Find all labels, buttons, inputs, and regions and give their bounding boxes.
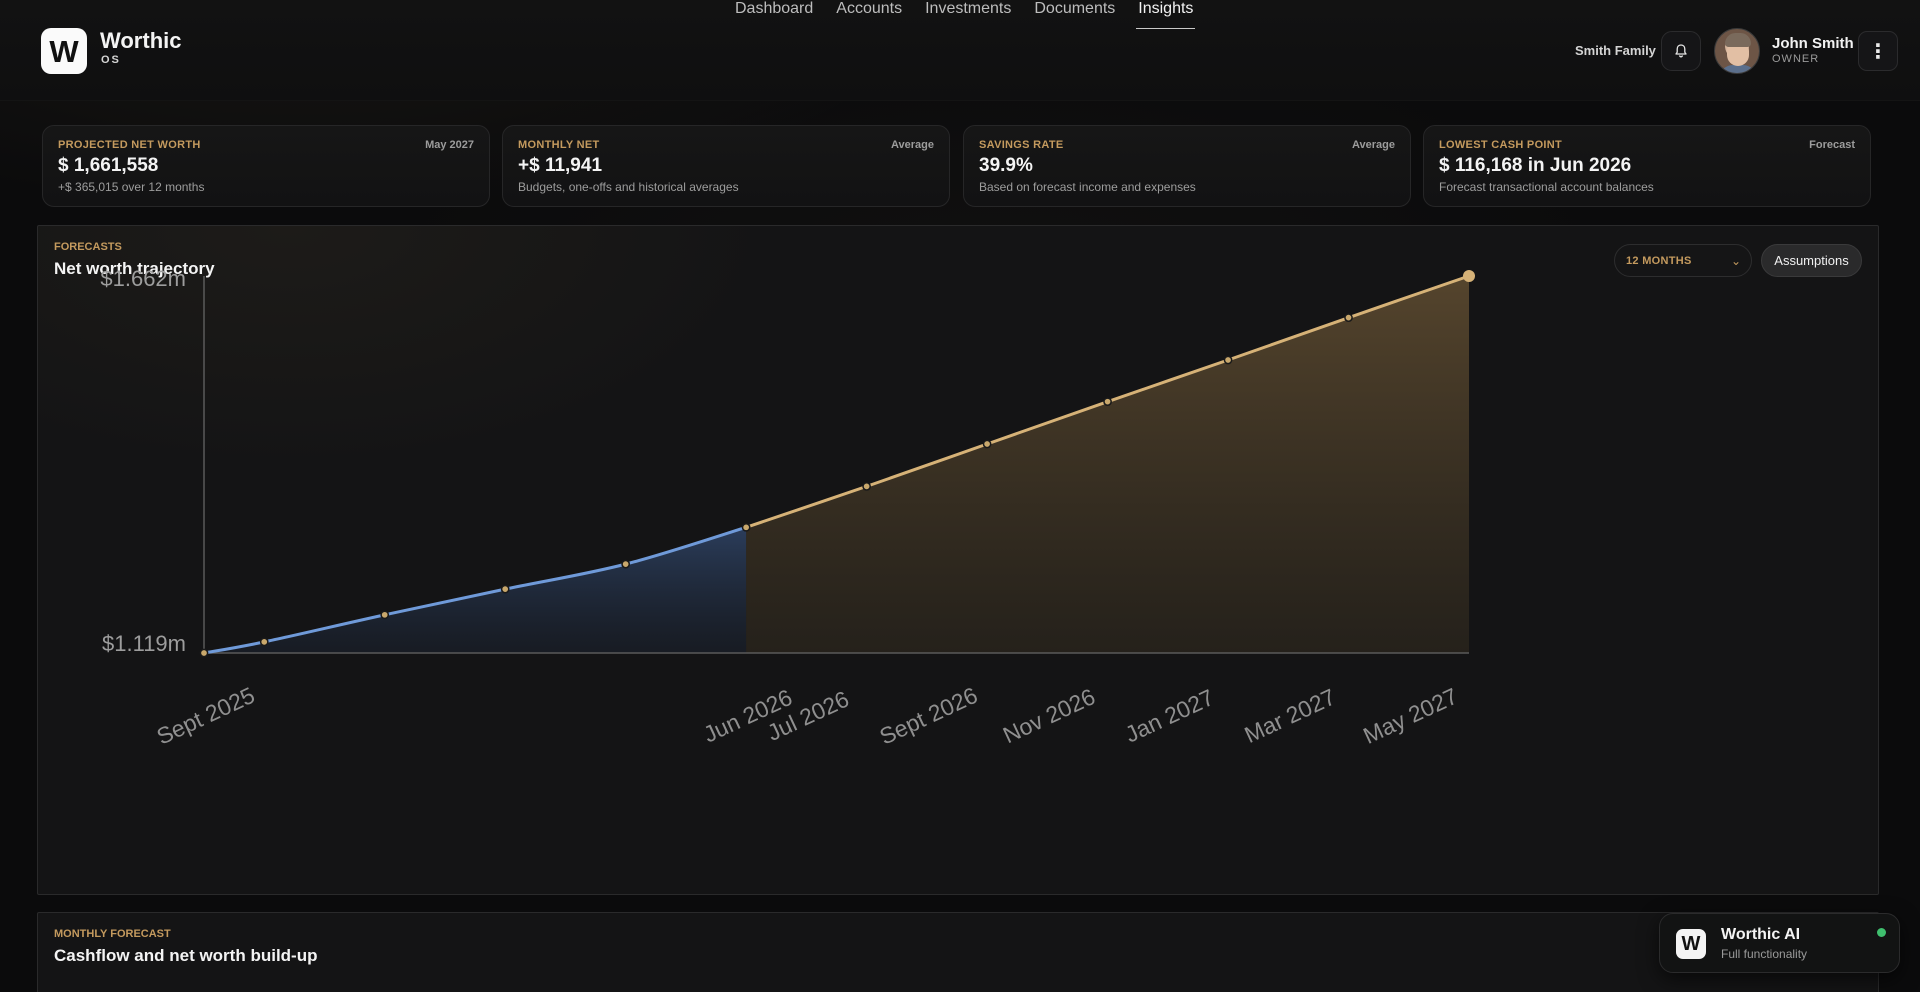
worthic-ai-widget[interactable]: W Worthic AI Full functionality [1659, 913, 1900, 973]
data-point[interactable] [1344, 313, 1353, 323]
top-header: W Worthic OS Dashboard Accounts Investme… [0, 0, 1920, 101]
avatar-shirt [1719, 65, 1757, 73]
data-point[interactable] [380, 610, 390, 620]
card-value: +$ 11,941 [518, 155, 603, 176]
family-switcher[interactable]: Smith Family [1575, 43, 1656, 58]
y-tick-label-bottom: $1.119m [102, 631, 186, 656]
user-name: John Smith [1772, 35, 1854, 52]
card-label: LOWEST CASH POINT [1439, 139, 1563, 151]
card-lowest-cash-point[interactable]: LOWEST CASH POINT Forecast $ 116,168 in … [1423, 125, 1871, 207]
data-point[interactable] [1103, 397, 1112, 407]
data-point[interactable] [259, 637, 269, 647]
card-label: PROJECTED NET WORTH [58, 139, 201, 151]
brand-subtitle: OS [101, 54, 121, 66]
panel-title: Cashflow and net worth build-up [54, 946, 318, 965]
avatar-hair [1725, 33, 1751, 47]
chart-areas [204, 276, 1469, 653]
monthly-forecast-panel: MONTHLY FORECAST Cashflow and net worth … [37, 912, 1879, 992]
nav-accounts[interactable]: Accounts [836, 0, 902, 18]
logo-letter: W [49, 33, 79, 69]
user-avatar[interactable] [1714, 28, 1760, 74]
ai-name: Worthic AI [1721, 926, 1801, 943]
data-point[interactable] [199, 648, 209, 658]
bell-icon [1675, 44, 1687, 58]
ai-logo-letter: W [1681, 932, 1701, 955]
card-tag: Average [890, 139, 934, 151]
x-tick-label: Nov 2026 [999, 683, 1099, 748]
card-projected-net-worth[interactable]: PROJECTED NET WORTH May 2027 $ 1,661,558… [42, 125, 490, 207]
forecast-area [746, 276, 1469, 653]
data-point[interactable] [1223, 355, 1233, 365]
card-monthly-net[interactable]: MONTHLY NET Average +$ 11,941 Budgets, o… [502, 125, 950, 207]
x-tick-label: Mar 2027 [1240, 683, 1339, 748]
card-value: $ 116,168 in Jun 2026 [1439, 155, 1632, 176]
data-point[interactable] [862, 482, 871, 491]
user-role: OWNER [1772, 53, 1820, 65]
main-nav: Dashboard Accounts Investments Documents… [735, 0, 1196, 29]
card-value: $ 1,661,558 [58, 155, 159, 176]
notifications-button[interactable] [1661, 31, 1701, 71]
x-tick-label: May 2027 [1359, 683, 1462, 749]
kebab-icon: ⋮ [1868, 40, 1888, 63]
card-subtext: Budgets, one-offs and historical average… [518, 180, 739, 194]
card-tag: May 2027 [425, 139, 474, 151]
worthic-logo[interactable]: W [41, 28, 87, 74]
card-subtext: +$ 365,015 over 12 months [58, 180, 205, 194]
nav-documents[interactable]: Documents [1034, 0, 1115, 18]
nav-investments[interactable]: Investments [925, 0, 1011, 18]
x-tick-label: Jan 2027 [1121, 684, 1218, 748]
data-point[interactable] [621, 559, 631, 569]
data-point[interactable] [1463, 270, 1475, 282]
card-subtext: Based on forecast income and expenses [979, 180, 1196, 194]
data-point[interactable] [741, 522, 751, 532]
card-label: MONTHLY NET [518, 139, 600, 151]
more-menu-button[interactable]: ⋮ [1858, 31, 1898, 71]
y-tick-label-top: $1.662m [100, 266, 186, 291]
nav-insights[interactable]: Insights [1136, 0, 1196, 29]
data-point[interactable] [982, 439, 992, 449]
card-value: 39.9% [979, 155, 1033, 176]
net-worth-panel: FORECASTS Net worth trajectory 12 MONTHS… [37, 225, 1879, 895]
nav-dashboard[interactable]: Dashboard [735, 0, 813, 18]
card-subtext: Forecast transactional account balances [1439, 180, 1654, 194]
x-tick-labels: Sept 2025 Jun 2026Jul 2026 Sept 2026 Nov 20… [153, 682, 1462, 750]
net-worth-chart: $1.662m $1.119m Sept 2025 Jun 2026Jul 202… [100, 266, 1475, 750]
ai-subtitle: Full functionality [1721, 947, 1808, 961]
data-point[interactable] [500, 584, 510, 594]
ai-logo: W [1676, 929, 1706, 959]
x-tick-label: Sept 2026 [875, 682, 981, 750]
card-savings-rate[interactable]: SAVINGS RATE Average 39.9% Based on fore… [963, 125, 1411, 207]
brand-name: Worthic [100, 28, 182, 53]
card-label: SAVINGS RATE [979, 139, 1064, 151]
panel-kicker: MONTHLY FORECAST [54, 928, 171, 940]
x-tick-label: Sept 2025 [153, 682, 259, 750]
historical-area [204, 527, 747, 653]
card-tag: Average [1351, 139, 1395, 151]
card-tag: Forecast [1809, 139, 1855, 151]
ai-status-dot [1877, 928, 1886, 937]
